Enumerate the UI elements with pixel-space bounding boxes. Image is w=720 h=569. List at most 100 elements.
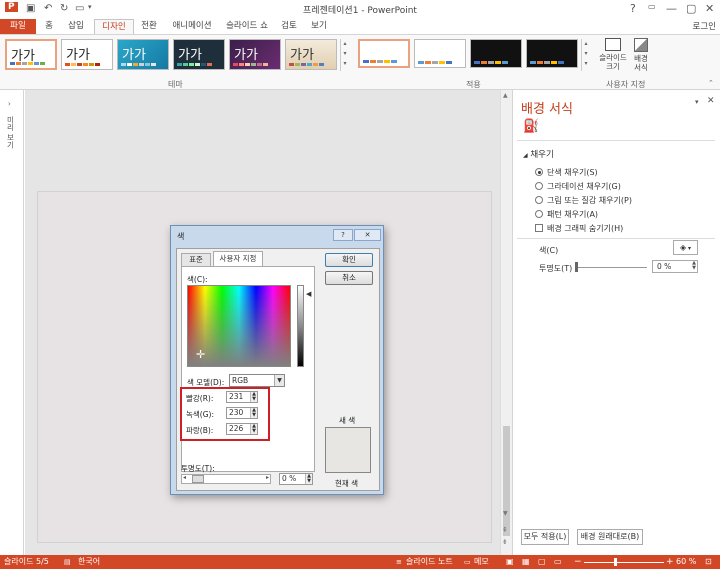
slider-right-icon[interactable]: ▸ [266,474,269,481]
spellcheck-icon[interactable]: ▤ [64,555,71,569]
format-background-icon [634,38,648,52]
tab-view[interactable]: 보기 [306,19,332,34]
fill-section-header[interactable]: ◢ 채우기 [523,148,554,160]
signin-link[interactable]: 로그인 [693,20,716,32]
theme-4[interactable]: 가가 [173,39,225,70]
spinner-icon[interactable]: ▲ ▼ [250,424,257,434]
dialog-transparency-input[interactable]: 0 % ▲ ▼ [279,473,313,485]
radio-pattern-fill[interactable]: 패턴 채우기(A) [535,209,705,221]
variant-2[interactable] [414,39,466,68]
theme-sample-text: 가가 [66,48,90,63]
group-label-theme: 테마 [168,80,183,89]
spinner-icon[interactable]: ▲ ▼ [692,261,696,271]
spinner-icon[interactable]: ▲ ▼ [250,408,257,418]
slide-sorter-icon[interactable]: ▦ [522,555,530,569]
collapse-ribbon-icon[interactable]: ⌃ [708,79,714,87]
hide-background-graphics-checkbox[interactable]: 배경 그래픽 숨기기(H) [535,223,705,235]
restore-button[interactable]: ▢ [686,2,696,15]
expand-thumbnails-icon[interactable]: › [8,100,11,108]
theme-6[interactable]: 가가 [285,39,337,70]
theme-gallery-scroll[interactable]: ▴ ▾ ▾ [340,39,349,71]
variant-4[interactable] [526,39,578,68]
ok-button[interactable]: 확인 [325,253,373,267]
pane-close-icon[interactable]: ✕ [707,96,715,106]
theme-2[interactable]: 가가 [61,39,113,70]
dialog-transparency-slider[interactable]: ◂ ▸ [181,474,271,484]
ribbon-display-icon[interactable]: ▭ [648,2,656,11]
dialog-transparency-value: 0 % [282,474,297,483]
slideshow-view-icon[interactable]: ▭ [554,555,562,569]
variant-1[interactable] [358,39,410,68]
tab-home[interactable]: 홈 [40,19,58,34]
minimize-button[interactable]: — [666,2,677,15]
reading-view-icon[interactable]: ▢ [538,555,546,569]
tab-animations[interactable]: 애니메이션 [166,19,218,34]
slider-thumb[interactable] [192,475,204,483]
zoom-level[interactable]: 60 % [676,555,696,569]
group-label-customize: 사용자 지정 [606,80,646,89]
transparency-label: 투명도(T) [539,264,573,273]
fill-section-label: 채우기 [530,150,554,160]
scrollbar-thumb[interactable] [503,426,510,536]
radio-solid-fill[interactable]: 단색 채우기(S) [535,167,705,179]
fill-bucket-icon[interactable]: ⛽ [523,119,539,134]
scroll-down-icon[interactable]: ▼ [503,510,508,517]
tab-slideshow[interactable]: 슬라이드 쇼 [222,19,272,34]
color-model-select[interactable]: RGB ▼ [229,374,285,387]
tab-transitions[interactable]: 전환 [136,19,162,34]
blue-input[interactable]: 226 ▲ ▼ [226,423,258,435]
normal-view-icon[interactable]: ▣ [506,555,514,569]
tab-design[interactable]: 디자인 [94,19,134,35]
pane-options-icon[interactable]: ▾ [695,98,699,106]
fit-slide-icon[interactable]: ⊡ [705,555,712,569]
apply-to-all-button[interactable]: 모두 적용(L) [521,529,569,545]
tab-standard[interactable]: 표준 [181,253,211,266]
transparency-slider[interactable] [577,267,647,268]
format-background-label-2: 서식 [634,63,648,72]
radio-picture-fill[interactable]: 그림 또는 질감 채우기(P) [535,195,705,207]
color-picker-button[interactable]: ◈ ▾ [673,240,698,255]
zoom-slider[interactable] [584,562,664,563]
tab-insert[interactable]: 삽입 [62,19,90,34]
theme-3[interactable]: 가가 [117,39,169,70]
transparency-slider-thumb[interactable] [575,262,578,272]
help-icon[interactable]: ? [630,2,636,15]
slider-left-icon[interactable]: ◂ [183,474,186,481]
zoom-out-icon[interactable]: − [574,555,582,569]
dialog-close-button[interactable]: ✕ [354,229,381,241]
scroll-up-icon[interactable]: ▲ [503,92,508,99]
luminance-bar[interactable] [297,285,304,367]
tab-file[interactable]: 파일 [0,19,36,34]
variant-gallery-scroll[interactable]: ▴ ▾ ▾ [581,39,590,71]
spinner-icon[interactable]: ▲ ▼ [250,392,257,402]
zoom-in-icon[interactable]: + [666,555,674,569]
green-input[interactable]: 230 ▲ ▼ [226,407,258,419]
slide-size-icon [605,38,621,51]
reset-background-button[interactable]: 배경 원래대로(B) [577,529,643,545]
transparency-input[interactable]: 0 % ▲ ▼ [652,260,698,273]
close-button[interactable]: ✕ [705,2,714,15]
previous-slide-icon[interactable]: ⇞ [502,526,508,534]
tab-review[interactable]: 검토 [276,19,302,34]
comments-button[interactable]: 메모 [474,555,489,569]
format-background-button[interactable]: 배경 서식 [630,38,652,72]
language-indicator[interactable]: 한국어 [78,555,100,569]
theme-5[interactable]: 가가 [229,39,281,70]
slide-size-button[interactable]: 슬라이드 크기 [597,38,629,71]
spinner-icon[interactable]: ▲ ▼ [305,474,312,484]
vertical-scrollbar[interactable]: ▲ ▼ ⇞ ⇟ [500,90,512,555]
tab-custom[interactable]: 사용자 지정 [213,251,263,266]
next-slide-icon[interactable]: ⇟ [502,538,508,546]
notes-button[interactable]: 슬라이드 노트 [406,555,453,569]
color-spectrum[interactable]: ✛ [187,285,291,367]
luminance-pointer-icon[interactable]: ◀ [306,290,311,298]
red-input[interactable]: 231 ▲ ▼ [226,391,258,403]
radio-gradient-fill[interactable]: 그라데이션 채우기(G) [535,181,705,193]
variant-3[interactable] [470,39,522,68]
theme-office[interactable]: 가가 [5,39,57,70]
status-bar: 슬라이드 5/5 ▤ 한국어 ≡ 슬라이드 노트 ▭ 메모 ▣ ▦ ▢ ▭ − … [0,555,720,569]
zoom-slider-thumb[interactable] [614,558,617,566]
dialog-help-button[interactable]: ? [333,229,353,241]
thumbnails-label[interactable]: 미리 보기 [6,116,16,148]
cancel-button[interactable]: 취소 [325,271,373,285]
